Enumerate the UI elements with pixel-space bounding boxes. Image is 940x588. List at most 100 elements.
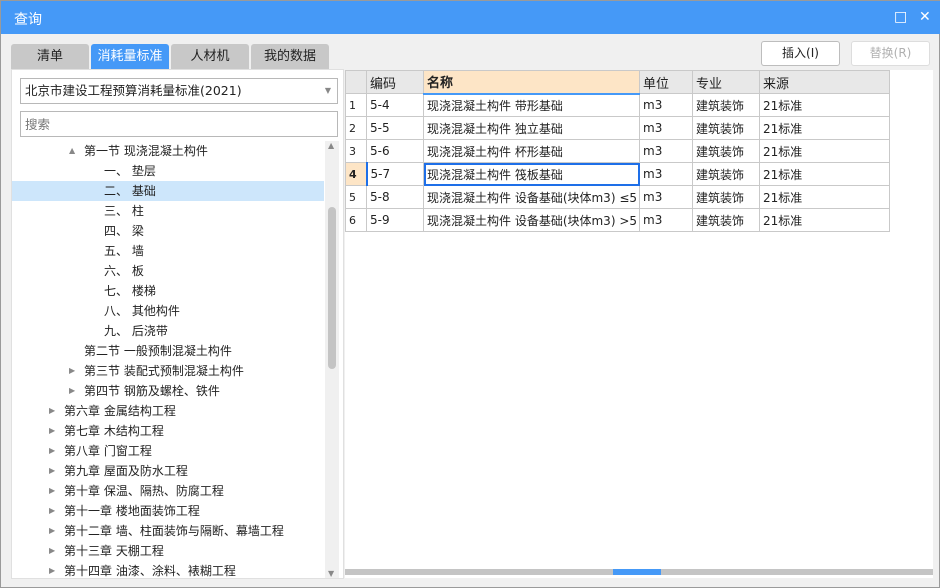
- cell-specialty[interactable]: 建筑装饰: [692, 208, 760, 232]
- expanded-arrow-icon[interactable]: ▲: [69, 141, 75, 161]
- cell-unit[interactable]: m3: [639, 208, 693, 232]
- cell-source[interactable]: 21标准: [759, 116, 890, 140]
- collapsed-arrow-icon[interactable]: ▶: [49, 401, 55, 421]
- tree-node[interactable]: ▶ 第十三章 天棚工程: [12, 541, 324, 561]
- cell-specialty[interactable]: 建筑装饰: [692, 162, 760, 186]
- horizontal-scrollbar[interactable]: [345, 569, 933, 575]
- tree-node[interactable]: ▶ 第十四章 油漆、涂料、裱糊工程: [12, 561, 324, 578]
- tree-node[interactable]: 八、 其他构件: [12, 301, 324, 321]
- collapsed-arrow-icon[interactable]: ▶: [69, 381, 75, 401]
- cell-row-number[interactable]: 5: [345, 185, 367, 209]
- search-input[interactable]: [20, 111, 338, 137]
- cell-specialty[interactable]: 建筑装饰: [692, 116, 760, 140]
- table-row[interactable]: 1 5-4 现浇混凝土构件 带形基础 m3 建筑装饰 21标准: [345, 93, 890, 117]
- collapsed-arrow-icon[interactable]: ▶: [49, 501, 55, 521]
- tree-node[interactable]: ▶ 第八章 门窗工程: [12, 441, 324, 461]
- tab-consumption-standard[interactable]: 消耗量标准: [91, 44, 169, 70]
- cell-source[interactable]: 21标准: [759, 185, 890, 209]
- cell-source[interactable]: 21标准: [759, 139, 890, 163]
- scrollbar-thumb[interactable]: [328, 207, 336, 369]
- table-row[interactable]: 5 5-8 现浇混凝土构件 设备基础(块体m3) ≤5 m3 建筑装饰 21标准: [345, 185, 890, 209]
- cell-code[interactable]: 5-6: [366, 139, 424, 163]
- cell-code[interactable]: 5-9: [366, 208, 424, 232]
- standard-select[interactable]: 北京市建设工程预算消耗量标准(2021) ▼: [20, 78, 338, 104]
- tree-node[interactable]: ▶ 第四节 钢筋及螺栓、铁件: [12, 381, 324, 401]
- cell-unit[interactable]: m3: [639, 185, 693, 209]
- tree-node[interactable]: ▶ 第七章 木结构工程: [12, 421, 324, 441]
- tree-node[interactable]: 五、 墙: [12, 241, 324, 261]
- tree-node[interactable]: 六、 板: [12, 261, 324, 281]
- tree-node[interactable]: ▶ 第十二章 墙、柱面装饰与隔断、幕墙工程: [12, 521, 324, 541]
- scroll-down-icon[interactable]: ▼: [328, 569, 334, 578]
- column-header-code[interactable]: 编码: [366, 70, 424, 94]
- table-row[interactable]: 4 5-7 现浇混凝土构件 筏板基础 m3 建筑装饰 21标准: [345, 162, 890, 186]
- replace-button[interactable]: 替换(R): [851, 41, 930, 66]
- scroll-up-icon[interactable]: ▲: [328, 141, 334, 150]
- tree-node[interactable]: 一、 垫层: [12, 161, 324, 181]
- column-header-source[interactable]: 来源: [759, 70, 890, 94]
- cell-unit[interactable]: m3: [639, 162, 693, 186]
- table-row[interactable]: 2 5-5 现浇混凝土构件 独立基础 m3 建筑装饰 21标准: [345, 116, 890, 140]
- cell-specialty[interactable]: 建筑装饰: [692, 185, 760, 209]
- cell-name[interactable]: 现浇混凝土构件 独立基础: [423, 116, 640, 140]
- tree-node[interactable]: 九、 后浇带: [12, 321, 324, 341]
- cell-name[interactable]: 现浇混凝土构件 带形基础: [423, 93, 640, 117]
- collapsed-arrow-icon[interactable]: ▶: [49, 421, 55, 441]
- cell-code[interactable]: 5-4: [366, 93, 424, 117]
- maximize-icon[interactable]: □: [894, 9, 907, 25]
- column-header-specialty[interactable]: 专业: [692, 70, 760, 94]
- cell-code[interactable]: 5-8: [366, 185, 424, 209]
- tree-node[interactable]: ▶ 第九章 屋面及防水工程: [12, 461, 324, 481]
- table-row[interactable]: 3 5-6 现浇混凝土构件 杯形基础 m3 建筑装饰 21标准: [345, 139, 890, 163]
- tree-node[interactable]: ▶ 第三节 装配式预制混凝土构件: [12, 361, 324, 381]
- cell-unit[interactable]: m3: [639, 139, 693, 163]
- scrollbar-thumb[interactable]: [613, 569, 661, 575]
- cell-source[interactable]: 21标准: [759, 208, 890, 232]
- collapsed-arrow-icon[interactable]: ▶: [49, 541, 55, 561]
- cell-specialty[interactable]: 建筑装饰: [692, 93, 760, 117]
- cell-row-number[interactable]: 6: [345, 208, 367, 232]
- cell-name[interactable]: 现浇混凝土构件 筏板基础: [423, 162, 640, 186]
- cell-name[interactable]: 现浇混凝土构件 杯形基础: [423, 139, 640, 163]
- cell-name[interactable]: 现浇混凝土构件 设备基础(块体m3) ≤5: [423, 185, 640, 209]
- cell-specialty[interactable]: 建筑装饰: [692, 139, 760, 163]
- collapsed-arrow-icon[interactable]: ▶: [49, 441, 55, 461]
- cell-code[interactable]: 5-5: [366, 116, 424, 140]
- tree-node[interactable]: 二、 基础: [12, 181, 324, 201]
- tab-my-data[interactable]: 我的数据: [251, 44, 329, 70]
- tree-node[interactable]: 三、 柱: [12, 201, 324, 221]
- tab-labor-material-machine[interactable]: 人材机: [171, 44, 249, 70]
- tree-node[interactable]: 四、 梁: [12, 221, 324, 241]
- cell-row-number[interactable]: 4: [345, 162, 368, 186]
- tree-node-label: 五、 墙: [104, 244, 144, 258]
- tree-node[interactable]: ▶ 第六章 金属结构工程: [12, 401, 324, 421]
- cell-source[interactable]: 21标准: [759, 93, 890, 117]
- cell-row-number[interactable]: 1: [345, 93, 367, 117]
- cell-row-number[interactable]: 3: [345, 139, 367, 163]
- cell-name[interactable]: 现浇混凝土构件 设备基础(块体m3) >5: [423, 208, 640, 232]
- table-row[interactable]: 6 5-9 现浇混凝土构件 设备基础(块体m3) >5 m3 建筑装饰 21标准: [345, 208, 890, 232]
- collapsed-arrow-icon[interactable]: ▶: [49, 481, 55, 501]
- tree-scrollbar[interactable]: ▲ ▼: [325, 141, 339, 578]
- insert-button[interactable]: 插入(I): [761, 41, 840, 66]
- cell-row-number[interactable]: 2: [345, 116, 367, 140]
- collapsed-arrow-icon[interactable]: ▶: [49, 561, 55, 578]
- tree-node[interactable]: 七、 楼梯: [12, 281, 324, 301]
- cell-unit[interactable]: m3: [639, 93, 693, 117]
- cell-unit[interactable]: m3: [639, 116, 693, 140]
- tab-bill[interactable]: 清单: [11, 44, 89, 70]
- column-header-row-number[interactable]: [345, 70, 367, 94]
- tree-node[interactable]: 第二节 一般预制混凝土构件: [12, 341, 324, 361]
- collapsed-arrow-icon[interactable]: ▶: [49, 461, 55, 481]
- tree-node-label: 一、 垫层: [104, 164, 156, 178]
- close-icon[interactable]: ✕: [919, 9, 931, 25]
- collapsed-arrow-icon[interactable]: ▶: [69, 361, 75, 381]
- tree-node[interactable]: ▶ 第十章 保温、隔热、防腐工程: [12, 481, 324, 501]
- column-header-name[interactable]: 名称: [423, 70, 640, 95]
- column-header-unit[interactable]: 单位: [639, 70, 693, 94]
- cell-source[interactable]: 21标准: [759, 162, 890, 186]
- tree-node[interactable]: ▲ 第一节 现浇混凝土构件: [12, 141, 324, 161]
- tree-node[interactable]: ▶ 第十一章 楼地面装饰工程: [12, 501, 324, 521]
- collapsed-arrow-icon[interactable]: ▶: [49, 521, 55, 541]
- cell-code[interactable]: 5-7: [366, 162, 424, 186]
